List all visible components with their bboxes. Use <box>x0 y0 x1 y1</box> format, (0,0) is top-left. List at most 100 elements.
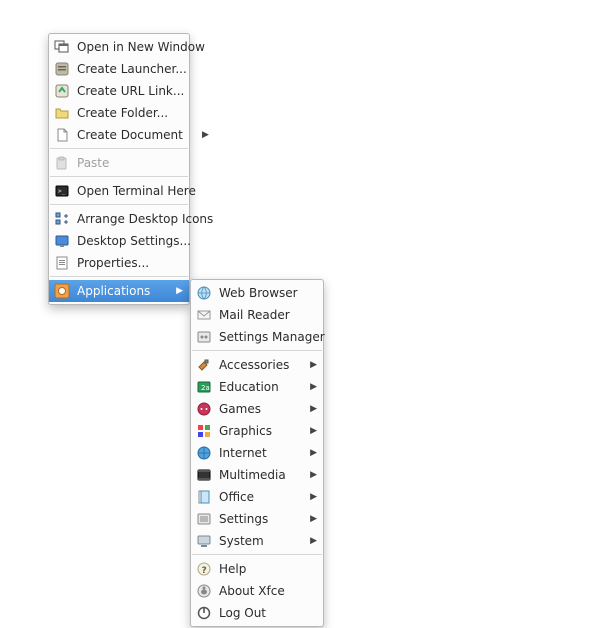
menu-item-create-document[interactable]: Create Document ▶ <box>49 124 189 146</box>
submenu-arrow-icon: ▶ <box>309 449 317 458</box>
menu-separator <box>50 176 188 178</box>
submenu-arrow-icon: ▶ <box>201 131 209 140</box>
menu-label: Help <box>219 562 309 576</box>
menu-label: Games <box>219 402 309 416</box>
desktop-settings-icon <box>53 232 71 250</box>
menu-item-settings[interactable]: Settings ▶ <box>191 508 323 530</box>
menu-item-desktop-settings[interactable]: Desktop Settings... <box>49 230 189 252</box>
submenu-arrow-icon: ▶ <box>309 383 317 392</box>
graphics-icon <box>195 422 213 440</box>
menu-separator <box>192 554 322 556</box>
menu-separator <box>50 148 188 150</box>
svg-text:2a: 2a <box>201 384 210 392</box>
arrange-icons-icon <box>53 210 71 228</box>
menu-item-accessories[interactable]: Accessories ▶ <box>191 354 323 376</box>
submenu-arrow-icon: ▶ <box>309 515 317 524</box>
multimedia-icon <box>195 466 213 484</box>
terminal-icon: >_ <box>53 182 71 200</box>
menu-item-create-folder[interactable]: Create Folder... <box>49 102 189 124</box>
office-icon <box>195 488 213 506</box>
menu-item-open-terminal[interactable]: >_ Open Terminal Here <box>49 180 189 202</box>
menu-item-help[interactable]: ? Help <box>191 558 323 580</box>
menu-item-education[interactable]: 2a Education ▶ <box>191 376 323 398</box>
submenu-arrow-icon: ▶ <box>309 537 317 546</box>
menu-label: Settings <box>219 512 309 526</box>
menu-label: Desktop Settings... <box>77 234 209 248</box>
menu-label: Internet <box>219 446 309 460</box>
menu-label: Create Document <box>77 128 201 142</box>
mail-icon <box>195 306 213 324</box>
submenu-arrow-icon: ▶ <box>309 405 317 414</box>
internet-icon <box>195 444 213 462</box>
menu-item-mail-reader[interactable]: Mail Reader <box>191 304 323 326</box>
menu-item-internet[interactable]: Internet ▶ <box>191 442 323 464</box>
menu-separator <box>50 204 188 206</box>
menu-item-create-url-link[interactable]: Create URL Link... <box>49 80 189 102</box>
submenu-arrow-icon: ▶ <box>309 427 317 436</box>
submenu-arrow-icon: ▶ <box>309 493 317 502</box>
applications-submenu: Web Browser Mail Reader Settings Manager… <box>190 279 324 627</box>
education-icon: 2a <box>195 378 213 396</box>
globe-icon <box>195 284 213 302</box>
desktop-context-menu: Open in New Window Create Launcher... Cr… <box>48 33 190 305</box>
menu-separator <box>192 350 322 352</box>
menu-label: Create Folder... <box>77 106 186 120</box>
paste-icon <box>53 154 71 172</box>
submenu-arrow-icon: ▶ <box>309 471 317 480</box>
document-icon <box>53 126 71 144</box>
menu-label: Office <box>219 490 309 504</box>
menu-item-graphics[interactable]: Graphics ▶ <box>191 420 323 442</box>
menu-item-create-launcher[interactable]: Create Launcher... <box>49 58 189 80</box>
menu-item-paste: Paste <box>49 152 189 174</box>
launcher-icon <box>53 60 71 78</box>
help-icon: ? <box>195 560 213 578</box>
menu-label: Settings Manager <box>219 330 343 344</box>
menu-label: Applications <box>77 284 175 298</box>
menu-label: Graphics <box>219 424 309 438</box>
menu-item-settings-manager[interactable]: Settings Manager <box>191 326 323 348</box>
windows-icon <box>53 38 71 56</box>
menu-label: System <box>219 534 309 548</box>
menu-item-games[interactable]: Games ▶ <box>191 398 323 420</box>
menu-item-applications[interactable]: Applications ▶ <box>49 280 189 302</box>
menu-label: Multimedia <box>219 468 309 482</box>
about-icon <box>195 582 213 600</box>
menu-item-log-out[interactable]: Log Out <box>191 602 323 624</box>
menu-label: About Xfce <box>219 584 309 598</box>
settings-manager-icon <box>195 328 213 346</box>
menu-separator <box>50 276 188 278</box>
menu-item-multimedia[interactable]: Multimedia ▶ <box>191 464 323 486</box>
menu-label: Web Browser <box>219 286 316 300</box>
menu-label: Open Terminal Here <box>77 184 214 198</box>
logout-icon <box>195 604 213 622</box>
menu-label: Log Out <box>219 606 309 620</box>
menu-label: Arrange Desktop Icons <box>77 212 231 226</box>
menu-label: Paste <box>77 156 175 170</box>
submenu-arrow-icon: ▶ <box>175 287 183 296</box>
menu-item-system[interactable]: System ▶ <box>191 530 323 552</box>
menu-label: Properties... <box>77 256 175 270</box>
menu-label: Create Launcher... <box>77 62 205 76</box>
accessories-icon <box>195 356 213 374</box>
games-icon <box>195 400 213 418</box>
menu-label: Mail Reader <box>219 308 309 322</box>
system-icon <box>195 532 213 550</box>
url-link-icon <box>53 82 71 100</box>
menu-item-office[interactable]: Office ▶ <box>191 486 323 508</box>
svg-text:?: ? <box>202 566 207 576</box>
menu-item-properties[interactable]: Properties... <box>49 252 189 274</box>
menu-item-arrange-icons[interactable]: Arrange Desktop Icons <box>49 208 189 230</box>
menu-label: Education <box>219 380 309 394</box>
folder-icon <box>53 104 71 122</box>
menu-item-open-new-window[interactable]: Open in New Window <box>49 36 189 58</box>
menu-label: Open in New Window <box>77 40 223 54</box>
submenu-arrow-icon: ▶ <box>309 361 317 370</box>
properties-icon <box>53 254 71 272</box>
menu-label: Accessories <box>219 358 309 372</box>
applications-icon <box>53 282 71 300</box>
svg-text:>_: >_ <box>58 188 66 195</box>
menu-label: Create URL Link... <box>77 84 202 98</box>
menu-item-web-browser[interactable]: Web Browser <box>191 282 323 304</box>
menu-item-about-xfce[interactable]: About Xfce <box>191 580 323 602</box>
settings-icon <box>195 510 213 528</box>
